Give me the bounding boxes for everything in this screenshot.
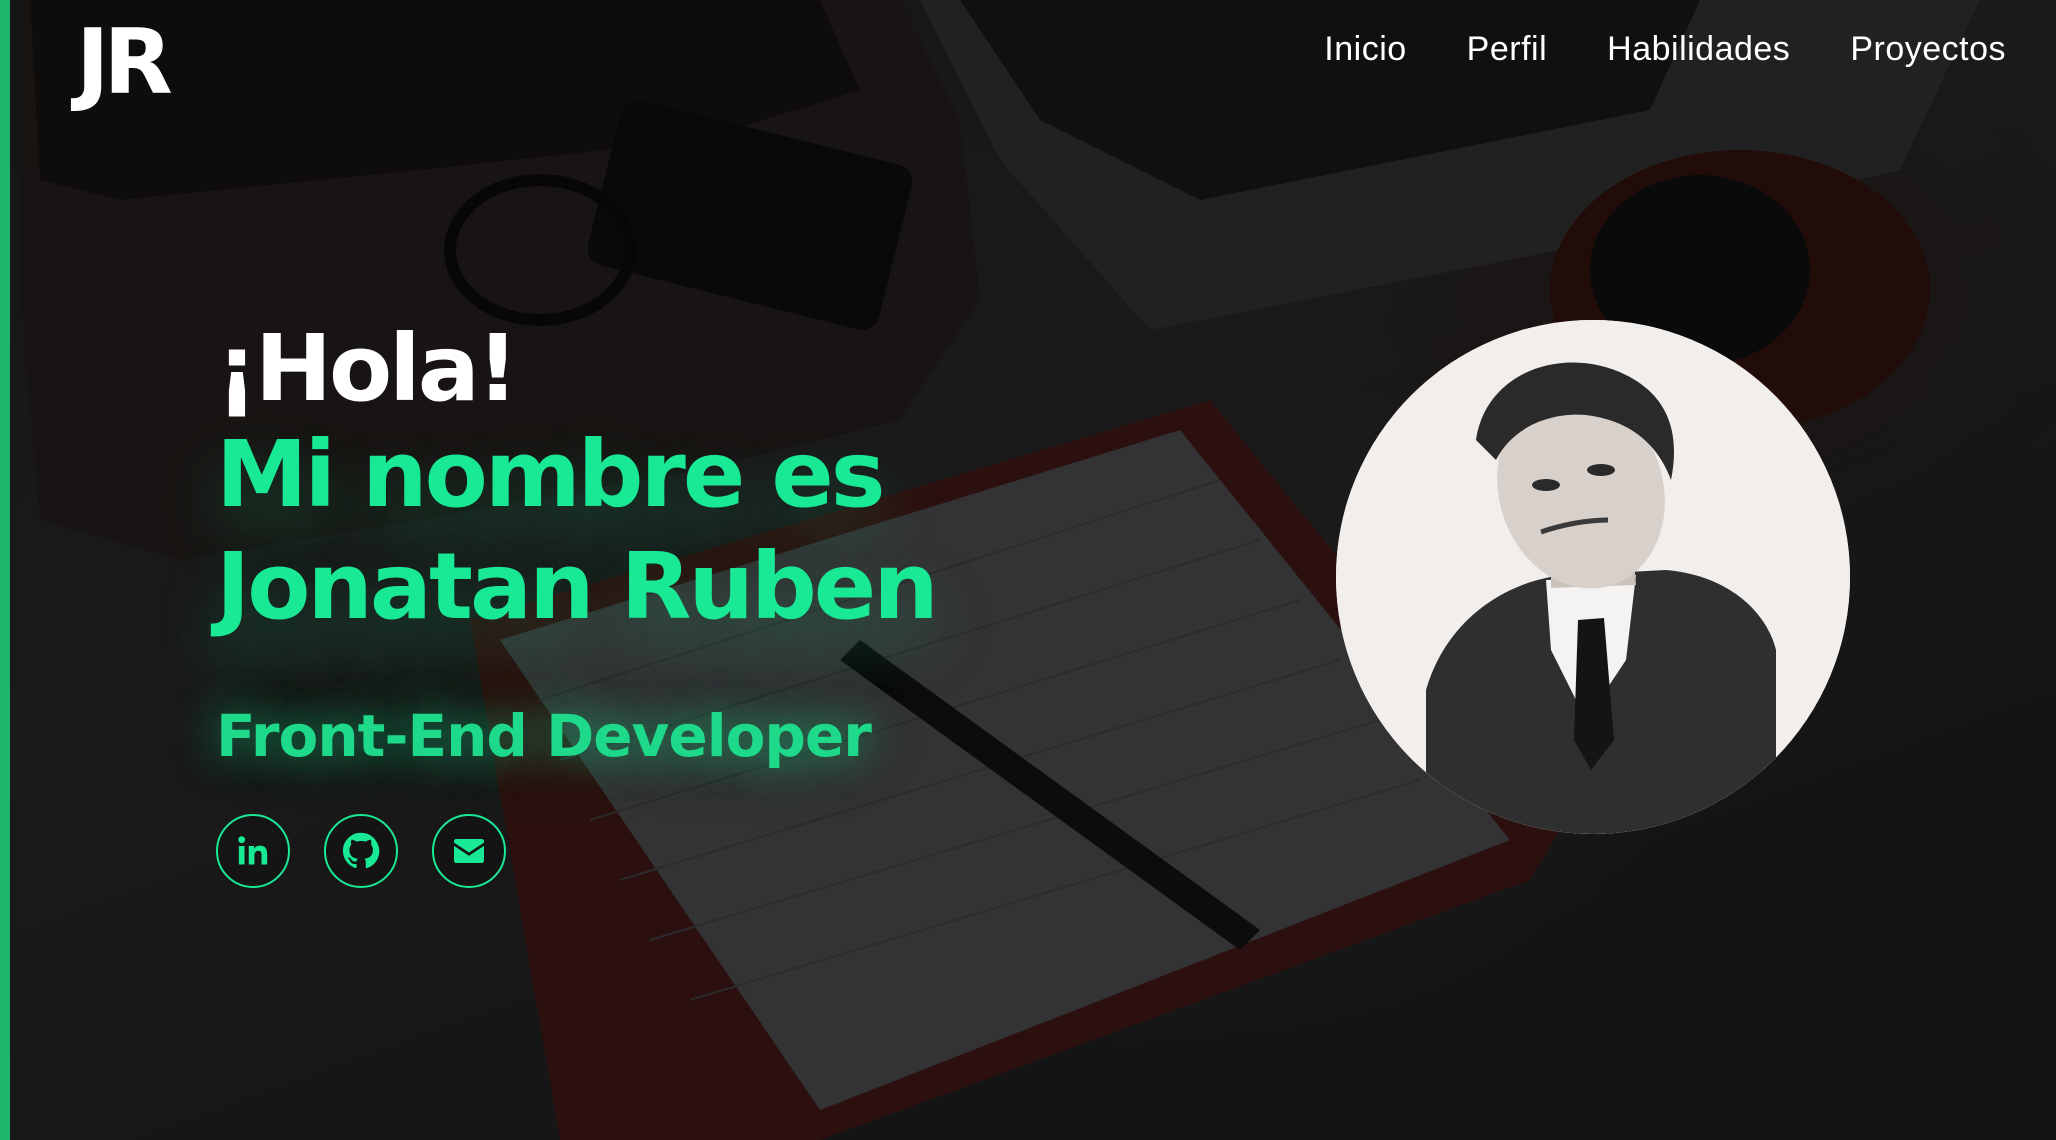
github-button[interactable] (324, 813, 398, 888)
social-links (216, 813, 936, 888)
nav-item-perfil[interactable]: Perfil (1467, 30, 1547, 69)
hero-section: ¡Hola! Mi nombre es Jonatan Ruben Front-… (216, 315, 939, 888)
profile-photo-illustration (1336, 320, 1850, 834)
hero-greeting: ¡Hola! (216, 315, 519, 422)
profile-photo (1336, 320, 1850, 834)
github-icon (342, 832, 380, 868)
main-nav: Inicio Perfil Habilidades Proyectos (1324, 30, 2006, 69)
linkedin-button[interactable] (216, 813, 290, 888)
linkedin-icon (238, 835, 268, 865)
hero-name-line1: Mi nombre es (216, 421, 885, 529)
email-icon (454, 838, 484, 863)
nav-item-habilidades[interactable]: Habilidades (1607, 30, 1790, 69)
nav-item-proyectos[interactable]: Proyectos (1850, 30, 2006, 69)
hero-role: Front-End Developer (216, 701, 872, 770)
logo[interactable]: JR (76, 18, 173, 108)
page: JR Inicio Perfil Habilidades Proyectos ¡… (0, 0, 2056, 1140)
email-button[interactable] (432, 813, 506, 888)
nav-item-inicio[interactable]: Inicio (1324, 30, 1406, 69)
hero-name-line2: Jonatan Ruben (216, 533, 939, 641)
left-accent-stripe (0, 0, 10, 1140)
